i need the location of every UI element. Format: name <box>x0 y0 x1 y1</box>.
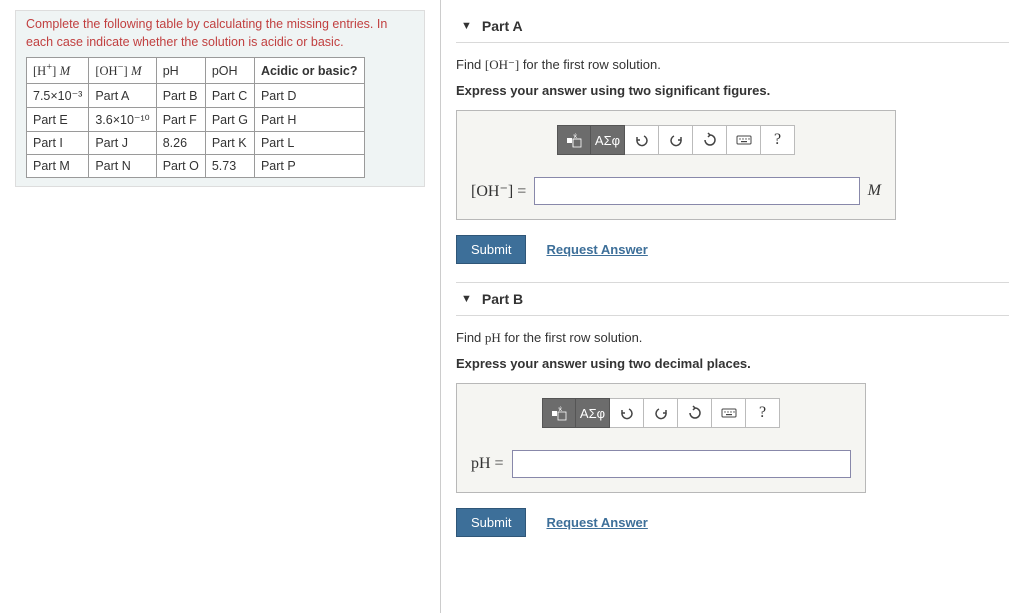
part-a-request-link[interactable]: Request Answer <box>546 242 647 257</box>
reset-button[interactable] <box>678 398 712 428</box>
part-a-find: Find [OH⁻] for the first row solution. <box>456 57 1009 73</box>
redo-button[interactable] <box>644 398 678 428</box>
templates-icon: x√ <box>566 132 582 148</box>
part-a-answer-unit: M <box>868 182 881 200</box>
templates-button[interactable]: x√ <box>557 125 591 155</box>
undo-button[interactable] <box>610 398 644 428</box>
part-a-section: Part A Find [OH⁻] for the first row solu… <box>456 10 1009 264</box>
templates-icon: x√ <box>551 405 567 421</box>
part-b-answer-input[interactable] <box>512 450 851 478</box>
templates-button[interactable]: x√ <box>542 398 576 428</box>
part-a-toolbar: x√ ΑΣφ <box>471 125 881 155</box>
part-a-answer-input[interactable] <box>534 177 859 205</box>
part-a-answer-box: x√ ΑΣφ <box>456 110 896 220</box>
table-row: Part E 3.6×10⁻¹⁰ Part F Part G Part H <box>27 108 365 132</box>
col-ab: Acidic or basic? <box>254 58 364 84</box>
svg-text:√: √ <box>558 405 561 412</box>
part-a-express: Express your answer using two significan… <box>456 83 1009 98</box>
reset-icon <box>702 132 718 148</box>
keyboard-button[interactable] <box>712 398 746 428</box>
part-a-header[interactable]: Part A <box>456 10 1009 43</box>
chevron-down-icon <box>461 20 472 32</box>
undo-button[interactable] <box>625 125 659 155</box>
reset-icon <box>687 405 703 421</box>
table-header-row: [H+] M [OH−] M pH pOH Acidic or basic? <box>27 58 365 84</box>
part-b-header[interactable]: Part B <box>456 283 1009 316</box>
undo-icon <box>634 132 650 148</box>
undo-icon <box>619 405 635 421</box>
instruction-box: Complete the following table by calculat… <box>15 10 425 187</box>
reset-button[interactable] <box>693 125 727 155</box>
part-a-answer-label: [OH⁻] = <box>471 181 526 201</box>
part-b-express: Express your answer using two decimal pl… <box>456 356 1009 371</box>
part-b-answer-label: pH = <box>471 455 504 473</box>
col-oh: [OH−] M <box>89 58 156 84</box>
greek-button[interactable]: ΑΣφ <box>591 125 625 155</box>
col-h: [H+] M <box>27 58 89 84</box>
redo-button[interactable] <box>659 125 693 155</box>
keyboard-icon <box>721 405 737 421</box>
part-b-submit-button[interactable]: Submit <box>456 508 526 537</box>
part-b-section: Part B Find pH for the first row solutio… <box>456 282 1009 537</box>
col-ph: pH <box>156 58 205 84</box>
part-b-answer-box: x√ ΑΣφ <box>456 383 866 493</box>
part-b-request-link[interactable]: Request Answer <box>546 515 647 530</box>
part-a-submit-button[interactable]: Submit <box>456 235 526 264</box>
svg-text:√: √ <box>573 132 576 139</box>
chevron-down-icon <box>461 293 472 305</box>
data-table: [H+] M [OH−] M pH pOH Acidic or basic? 7… <box>26 57 365 178</box>
col-poh: pOH <box>205 58 254 84</box>
part-b-find: Find pH for the first row solution. <box>456 330 1009 346</box>
redo-icon <box>653 405 669 421</box>
keyboard-button[interactable] <box>727 125 761 155</box>
part-b-toolbar: x√ ΑΣφ <box>471 398 851 428</box>
instruction-text: Complete the following table by calculat… <box>26 16 414 51</box>
redo-icon <box>668 132 684 148</box>
help-button[interactable]: ? <box>761 125 795 155</box>
table-row: Part I Part J 8.26 Part K Part L <box>27 132 365 155</box>
part-a-title: Part A <box>482 18 523 34</box>
part-b-title: Part B <box>482 291 523 307</box>
keyboard-icon <box>736 132 752 148</box>
help-button[interactable]: ? <box>746 398 780 428</box>
table-row: 7.5×10⁻³ Part A Part B Part C Part D <box>27 84 365 108</box>
greek-button[interactable]: ΑΣφ <box>576 398 610 428</box>
table-row: Part M Part N Part O 5.73 Part P <box>27 155 365 178</box>
